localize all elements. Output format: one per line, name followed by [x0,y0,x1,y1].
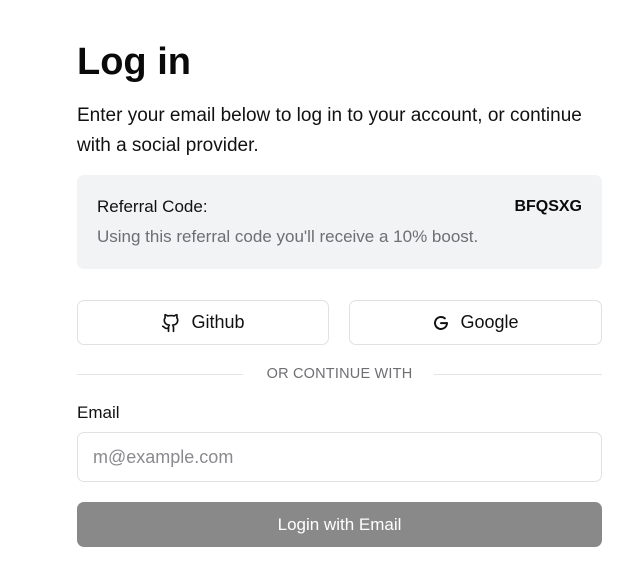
google-button-label: Google [460,312,519,332]
referral-description: Using this referral code you'll receive … [97,227,479,246]
google-login-button[interactable]: Google [349,300,602,345]
or-divider: OR CONTINUE WITH [77,364,602,384]
page-title: Log in [77,41,191,83]
login-with-email-button[interactable]: Login with Email [77,502,602,547]
google-icon [432,314,450,332]
email-label: Email [77,403,120,422]
github-button-label: Github [191,312,245,332]
referral-panel: Referral Code: BFQSXG Using this referra… [77,175,602,269]
github-login-button[interactable]: Github [77,300,329,345]
divider-line-right [434,374,602,375]
referral-code-label: Referral Code: [97,197,208,216]
page-subtitle: Enter your email below to log in to your… [77,105,582,156]
referral-code-value: BFQSXG [514,198,582,215]
email-input[interactable] [77,432,602,482]
github-icon [161,313,181,333]
